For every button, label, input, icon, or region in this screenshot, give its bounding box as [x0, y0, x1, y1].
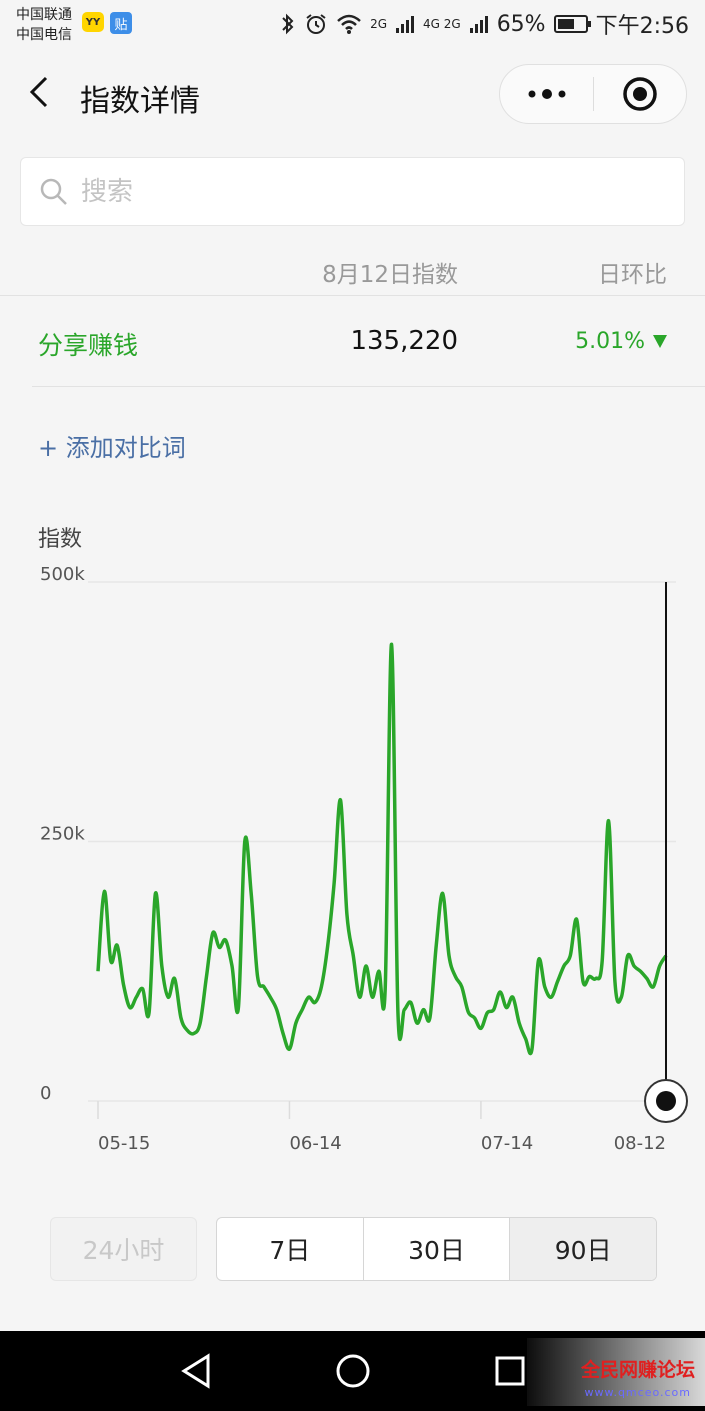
cursor-marker-dot — [656, 1091, 676, 1111]
battery-icon — [553, 15, 591, 33]
search-box[interactable] — [20, 157, 685, 226]
bluetooth-icon — [282, 13, 294, 35]
notification-icons: YY 贴 — [82, 12, 132, 34]
signal-label-1: 2G — [370, 17, 387, 31]
x-tick-label: 07-14 — [481, 1133, 533, 1154]
keyword-index-value: 135,220 — [350, 326, 458, 356]
change-value: 5.01% — [575, 329, 645, 354]
watermark-logo-url: www.qmceo.com — [584, 1386, 691, 1399]
signal-label-2: 4G 2G — [423, 17, 461, 31]
carrier-2: 中国电信 — [16, 27, 72, 43]
chevron-left-icon — [29, 76, 48, 108]
series-line — [96, 642, 668, 1056]
x-tick-label: 05-15 — [98, 1133, 150, 1154]
more-dots-icon — [528, 89, 565, 99]
divider — [32, 386, 705, 387]
watermark-logo-text: 全民网赚论坛 — [580, 1359, 695, 1381]
recents-square-icon[interactable] — [494, 1355, 526, 1387]
mini-program-capsule — [499, 64, 687, 124]
search-icon — [40, 178, 67, 205]
status-bar: 中国联通 中国电信 YY 贴 2G 4G 2G 65% 下午2:56 — [0, 0, 705, 48]
search-input[interactable] — [81, 176, 641, 207]
yy-app-icon: YY — [82, 12, 104, 32]
header-date-index: 8月12日指数 — [322, 262, 458, 288]
home-circle-icon[interactable] — [335, 1353, 371, 1389]
x-tick-label: 08-12 — [614, 1133, 666, 1154]
signal-bars-2-icon — [469, 16, 488, 33]
range-7d-button[interactable]: 7日 — [217, 1218, 364, 1280]
wifi-icon — [337, 14, 361, 34]
keyword-label: 分享赚钱 — [38, 331, 139, 360]
back-triangle-icon[interactable] — [180, 1353, 212, 1389]
carrier-info: 中国联通 中国电信 — [16, 5, 72, 45]
y-tick-label: 0 — [40, 1083, 51, 1104]
y-tick-label: 250k — [40, 824, 85, 845]
x-tick-label: 06-14 — [289, 1133, 341, 1154]
page-title: 指数详情 — [80, 84, 200, 119]
keyword-change: 5.01% — [575, 329, 667, 354]
nav-bar: 指数详情 — [0, 58, 705, 134]
alarm-icon — [306, 14, 326, 34]
signal-bars-icon — [396, 16, 414, 33]
close-mini-program-button[interactable] — [594, 64, 686, 124]
y-axis-label: 指数 — [38, 527, 82, 552]
header-day-ratio: 日环比 — [598, 262, 667, 288]
range-24h-button[interactable]: 24小时 — [50, 1217, 197, 1281]
back-button[interactable] — [18, 72, 58, 112]
battery-fill — [557, 19, 575, 29]
time-range-selector: 24小时 7日 30日 90日 — [50, 1217, 657, 1281]
clock: 下午2:56 — [595, 14, 689, 39]
down-triangle-icon — [653, 335, 667, 348]
tieba-app-icon: 贴 — [110, 12, 132, 34]
status-right: 2G 4G 2G 65% 下午2:56 — [280, 8, 689, 40]
carrier-1: 中国联通 — [16, 7, 72, 23]
y-tick-label: 500k — [40, 564, 85, 585]
index-line-chart[interactable]: 指数 500k 250k 0 05-15 06-14 07-14 08-12 — [0, 510, 705, 1170]
range-90d-button[interactable]: 90日 — [510, 1218, 656, 1280]
range-30d-button[interactable]: 30日 — [364, 1218, 511, 1280]
target-circle-icon — [623, 77, 657, 111]
add-compare-term-link[interactable]: + 添加对比词 — [38, 428, 186, 463]
battery-percent: 65% — [496, 11, 546, 37]
keyword-row[interactable]: 分享赚钱 135,220 5.01% — [0, 296, 705, 386]
more-button[interactable] — [500, 64, 593, 124]
range-segment: 7日 30日 90日 — [216, 1217, 657, 1281]
